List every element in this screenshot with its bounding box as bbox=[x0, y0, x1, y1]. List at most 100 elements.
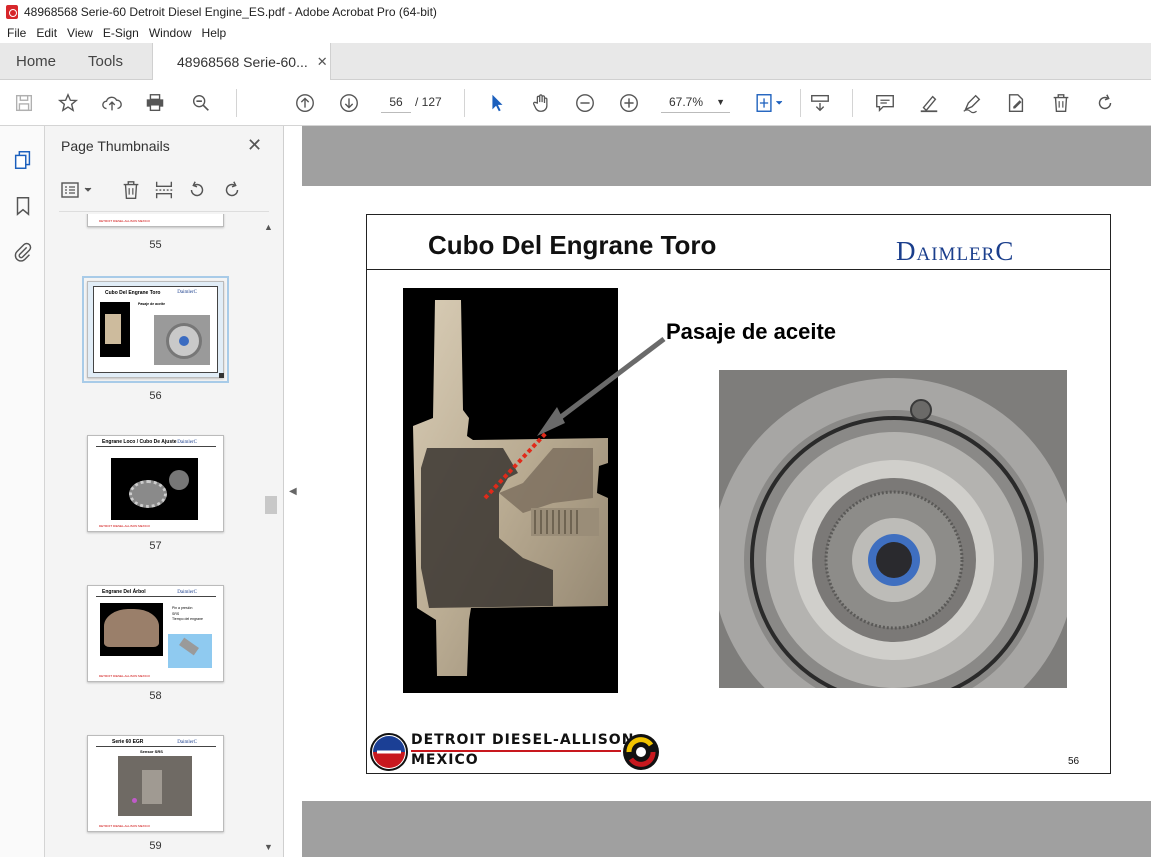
sign-pen-icon[interactable] bbox=[960, 91, 984, 115]
thumbnail-footer: DETROIT DIESEL-ALLISON MEXICO bbox=[99, 219, 150, 223]
thumbnail-sensor-image bbox=[118, 756, 192, 816]
document-view: Cubo Del Engrane Toro DaimlerC Pasaje de… bbox=[302, 126, 1151, 857]
menu-file[interactable]: File bbox=[2, 26, 31, 40]
page-thumbnails-panel: Page Thumbnails ✕ DETROIT DIESEL-ALLISON… bbox=[45, 126, 284, 857]
rotate-right-icon[interactable] bbox=[220, 178, 244, 202]
scroll-mode-icon[interactable] bbox=[808, 91, 832, 115]
bookmark-icon[interactable] bbox=[11, 194, 35, 218]
toolbar-separator bbox=[800, 89, 801, 117]
left-navigation-rail bbox=[0, 126, 45, 857]
scrollbar-thumb[interactable] bbox=[265, 496, 277, 514]
star-bookmark-icon[interactable] bbox=[56, 91, 80, 115]
tab-bar: Home Tools 48968568 Serie-60... ✕ bbox=[0, 43, 1151, 80]
previous-page-icon[interactable] bbox=[293, 91, 317, 115]
tab-tools[interactable]: Tools bbox=[88, 43, 123, 80]
close-tab-icon[interactable]: ✕ bbox=[317, 54, 328, 70]
panel-title: Page Thumbnails bbox=[61, 138, 170, 154]
main-toolbar bbox=[0, 80, 1151, 126]
detroit-diesel-allison-logo: DETROIT DIESEL-ALLISON MEXICO bbox=[367, 730, 687, 773]
zoom-level-select[interactable]: 67.7% ▼ bbox=[661, 91, 730, 113]
menu-edit[interactable]: Edit bbox=[31, 26, 62, 40]
delete-page-icon[interactable] bbox=[119, 178, 143, 202]
thumbnail-toolbar bbox=[45, 174, 283, 212]
title-bar: 48968568 Serie-60 Detroit Diesel Engine_… bbox=[0, 0, 1151, 23]
thumbnail-logo: DaimlerC bbox=[177, 740, 197, 745]
rotate-redo-icon[interactable] bbox=[1093, 91, 1117, 115]
toolbar-separator bbox=[852, 89, 853, 117]
thumbnail-bullet: Tiempo del engrane bbox=[172, 617, 204, 621]
edit-pdf-icon[interactable] bbox=[1004, 91, 1028, 115]
thumbnail-page-59[interactable]: Serie 60 EGR DaimlerC Sensor SRS DETROIT… bbox=[87, 735, 224, 832]
acrobat-pdf-icon bbox=[6, 4, 18, 19]
thumbnail-options-icon[interactable] bbox=[59, 178, 97, 202]
thumbnail-footer: DETROIT DIESEL-ALLISON MEXICO bbox=[99, 824, 150, 828]
print-icon[interactable] bbox=[143, 91, 167, 115]
menu-bar: File Edit View E-Sign Window Help bbox=[0, 23, 1151, 43]
zoom-in-icon[interactable] bbox=[617, 91, 641, 115]
page-thumbnails-icon[interactable] bbox=[11, 148, 35, 172]
thumbnail-list: DETROIT DIESEL-ALLISON MEXICO 55 Cubo De… bbox=[45, 214, 283, 857]
next-page-icon[interactable] bbox=[337, 91, 361, 115]
thumbnail-page-number: 57 bbox=[149, 540, 162, 552]
thumbnail-logo: DaimlerC bbox=[177, 440, 197, 445]
chevron-down-icon: ▼ bbox=[716, 97, 725, 107]
thumbnail-title: Engrane Loco / Cubo De Ajuste bbox=[102, 439, 177, 445]
footer-company-name: DETROIT DIESEL-ALLISON bbox=[411, 732, 635, 748]
footer-country: MEXICO bbox=[411, 752, 479, 768]
zoom-out-icon[interactable] bbox=[573, 91, 597, 115]
attachment-paperclip-icon[interactable] bbox=[11, 240, 35, 264]
zoom-out-search-icon[interactable] bbox=[189, 91, 213, 115]
thumbnail-hub-image bbox=[154, 315, 210, 365]
comment-icon[interactable] bbox=[873, 91, 897, 115]
thumbnail-pin-image bbox=[168, 634, 212, 668]
thumbnail-logo: DaimlerC bbox=[177, 290, 197, 295]
thumbnail-page-57[interactable]: Engrane Loco / Cubo De Ajuste DaimlerC D… bbox=[87, 435, 224, 532]
extract-pages-icon[interactable] bbox=[152, 178, 176, 202]
menu-help[interactable]: Help bbox=[197, 26, 232, 40]
delete-trash-icon[interactable] bbox=[1049, 91, 1073, 115]
thumbnail-title: Engrane Del Árbol bbox=[102, 589, 146, 595]
hand-tool-icon[interactable] bbox=[529, 91, 553, 115]
current-page-input[interactable]: 56 bbox=[381, 91, 411, 113]
slide: Cubo Del Engrane Toro DaimlerC Pasaje de… bbox=[366, 214, 1111, 774]
thumbnail-scrollbar[interactable] bbox=[263, 217, 276, 857]
tab-document[interactable]: 48968568 Serie-60... ✕ bbox=[152, 43, 331, 80]
zoom-level-value: 67.7% bbox=[669, 95, 704, 109]
divider bbox=[59, 211, 269, 212]
thumbnail-footer: DETROIT DIESEL-ALLISON MEXICO bbox=[99, 674, 150, 678]
thumbnail-page-55[interactable]: DETROIT DIESEL-ALLISON MEXICO bbox=[87, 214, 224, 227]
pdf-page: Cubo Del Engrane Toro DaimlerC Pasaje de… bbox=[302, 186, 1151, 801]
close-panel-icon[interactable]: ✕ bbox=[247, 135, 262, 156]
collapse-panel-arrow-icon[interactable]: ◀ bbox=[289, 486, 297, 497]
menu-window[interactable]: Window bbox=[144, 26, 197, 40]
tab-document-label: 48968568 Serie-60... bbox=[177, 53, 308, 70]
thumbnail-page-56[interactable]: Cubo Del Engrane Toro DaimlerC Pasaje de… bbox=[82, 276, 229, 383]
thumbnail-label: Pasaje de aceite bbox=[138, 302, 166, 306]
thumbnail-page-number: 58 bbox=[149, 690, 162, 702]
thumbnail-logo: DaimlerC bbox=[177, 590, 197, 595]
thumbnail-page-number: 56 bbox=[149, 390, 162, 402]
thumbnail-footer: DETROIT DIESEL-ALLISON MEXICO bbox=[99, 524, 150, 528]
rotate-left-icon[interactable] bbox=[185, 178, 209, 202]
thumbnail-bullets: Pin a presión SRS Tiempo del engrane bbox=[172, 606, 203, 623]
menu-view[interactable]: View bbox=[62, 26, 98, 40]
scroll-up-arrow-icon[interactable]: ▲ bbox=[264, 222, 273, 232]
fit-page-dropdown-icon[interactable] bbox=[753, 91, 787, 115]
thumbnail-subtitle: Sensor SRS bbox=[140, 749, 163, 754]
save-icon[interactable] bbox=[12, 91, 36, 115]
annotation-arrow bbox=[537, 337, 666, 436]
thumbnail-page-number: 59 bbox=[149, 840, 162, 852]
thumbnail-gear-image bbox=[111, 458, 198, 520]
scroll-down-arrow-icon[interactable]: ▼ bbox=[264, 842, 273, 852]
toolbar-separator bbox=[464, 89, 465, 117]
upload-cloud-icon[interactable] bbox=[100, 91, 124, 115]
select-cursor-icon[interactable] bbox=[485, 91, 509, 115]
menu-esign[interactable]: E-Sign bbox=[98, 26, 144, 40]
highlight-pen-icon[interactable] bbox=[917, 91, 941, 115]
annotation-label: Pasaje de aceite bbox=[666, 319, 837, 344]
toolbar-separator bbox=[236, 89, 237, 117]
tab-home[interactable]: Home bbox=[16, 43, 56, 80]
thumbnail-page-number: 55 bbox=[149, 239, 162, 251]
thumbnail-page-58[interactable]: Engrane Del Árbol DaimlerC Pin a presión… bbox=[87, 585, 224, 682]
thumbnail-cutaway-image bbox=[100, 302, 130, 357]
